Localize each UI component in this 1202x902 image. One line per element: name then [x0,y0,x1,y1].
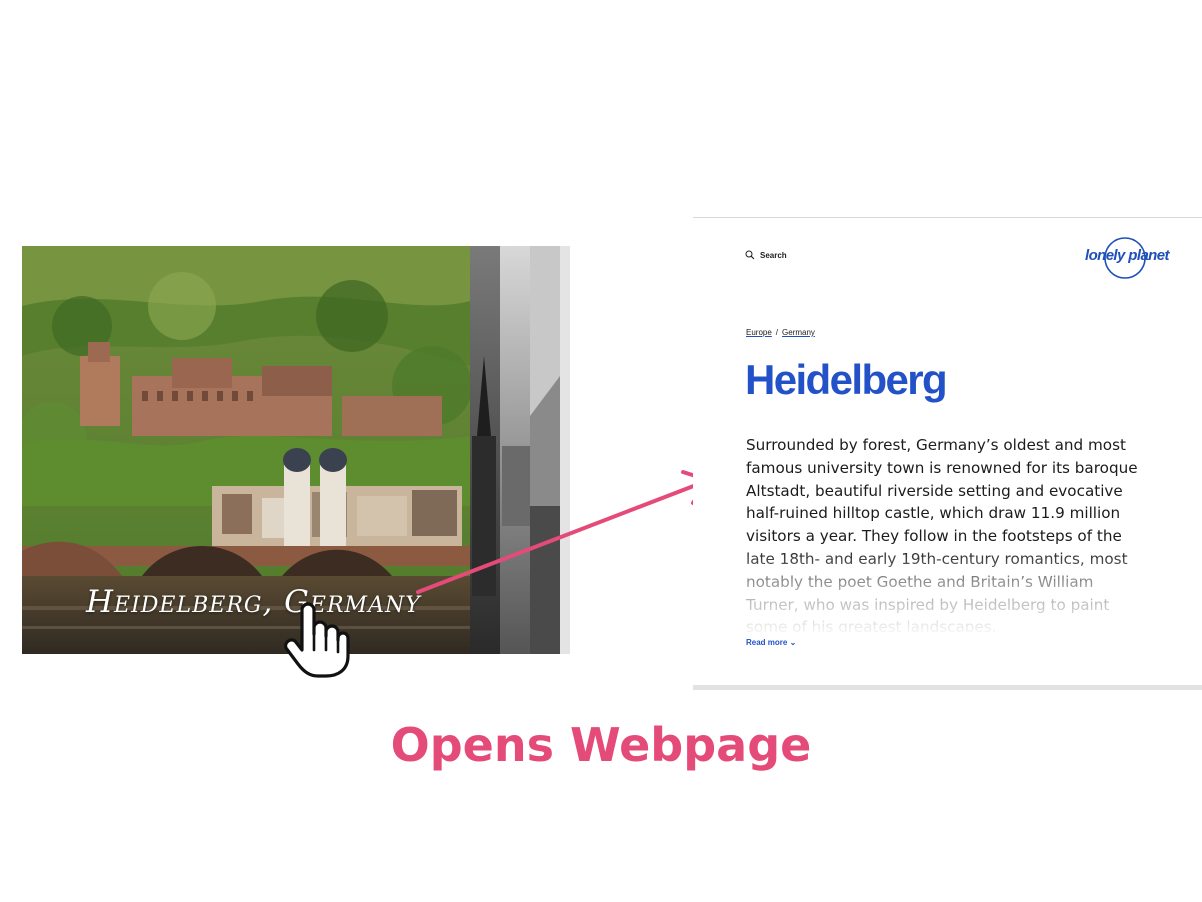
search-label: Search [760,250,787,260]
search-button[interactable]: Search [745,250,787,260]
breadcrumb-germany[interactable]: Germany [782,328,815,337]
page-title: Heidelberg [745,356,948,403]
lonely-planet-webpage: Search lonely planet Europe / Germany Heid… [693,217,1202,690]
breadcrumb-separator: / [775,328,779,337]
text-fade-overlay [743,548,1163,638]
photo-card[interactable]: Heidelberg, Germany [22,246,570,654]
opens-webpage-heading: Opens Webpage [390,718,812,772]
breadcrumb-europe[interactable]: Europe [746,328,772,337]
logo-text: lonely planet [1085,247,1169,264]
read-more-link[interactable]: Read more ⌄ [746,638,796,647]
breadcrumb: Europe / Germany [746,328,815,337]
lonely-planet-logo[interactable]: lonely planet [1083,236,1175,280]
photo-caption[interactable]: Heidelberg, Germany [86,584,421,620]
search-icon [745,250,755,260]
hand-pointer-icon [284,602,350,678]
